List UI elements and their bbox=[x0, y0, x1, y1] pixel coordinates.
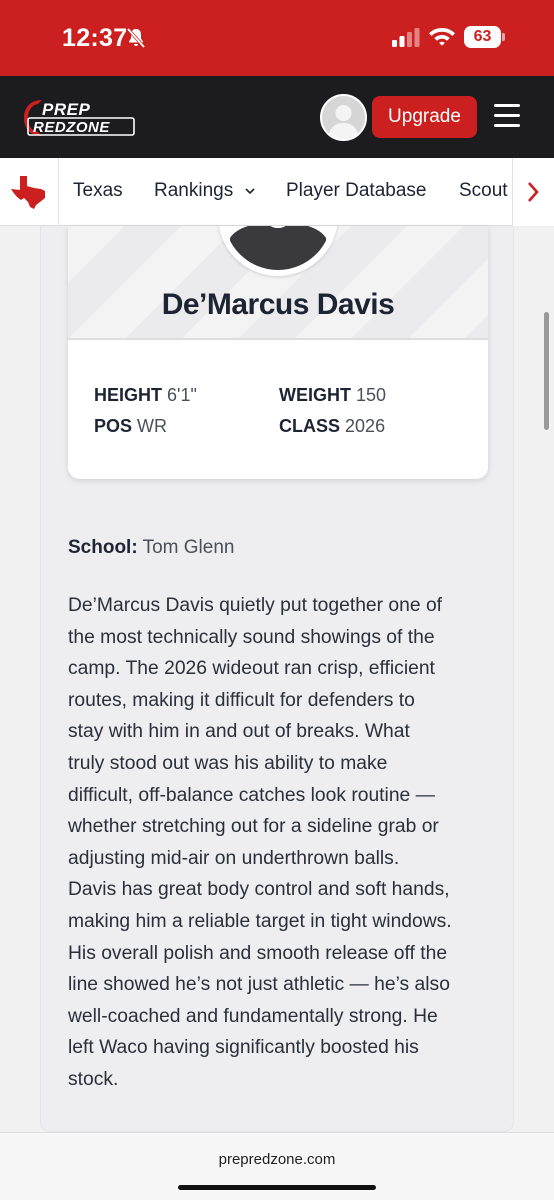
player-name: De’Marcus Davis bbox=[161, 288, 395, 321]
player-bio: De’Marcus Davis quietly put together one… bbox=[68, 590, 498, 1096]
bio-line: stock. bbox=[68, 1068, 119, 1090]
person-silhouette-icon bbox=[224, 226, 332, 270]
site-header: PREP REDZONE Upgrade bbox=[0, 76, 554, 158]
svg-text:REDZONE: REDZONE bbox=[33, 119, 110, 136]
nav-item-texas[interactable]: Texas bbox=[73, 180, 123, 202]
hamburger-menu-icon[interactable] bbox=[494, 104, 522, 128]
nav-item-rankings[interactable]: Rankings bbox=[154, 180, 255, 202]
bio-line: His overall polish and smooth release of… bbox=[68, 942, 448, 964]
class-stat: CLASS 2026 bbox=[279, 416, 386, 436]
player-avatar bbox=[218, 226, 338, 276]
chevron-right-icon bbox=[528, 182, 539, 202]
player-profile-panel: De’Marcus Davis HEIGHT 6'1" WEIGHT 150 P… bbox=[40, 226, 514, 1132]
bio-line: left Waco having significantly boosted h… bbox=[68, 1037, 419, 1059]
bio-line: truly stood out was his ability to make bbox=[68, 752, 388, 774]
position-stat: POS WR bbox=[94, 416, 168, 436]
player-card-header: De’Marcus Davis bbox=[68, 226, 488, 340]
status-bar: 12:37 63 bbox=[0, 0, 554, 76]
bio-line: line showed he’s not just athletic — he’… bbox=[68, 974, 450, 996]
school-info: School: Tom Glenn bbox=[68, 537, 235, 558]
bio-line: adjusting mid-air on underthrown balls. bbox=[68, 847, 400, 869]
nav-item-player-database[interactable]: Player Database bbox=[286, 180, 426, 202]
page-scrollbar[interactable] bbox=[544, 312, 549, 430]
bio-line: whether stretching out for a sideline gr… bbox=[68, 816, 439, 838]
battery-level: 63 bbox=[464, 26, 501, 48]
bio-line: stay with him in and out of breaks. What bbox=[68, 721, 410, 743]
player-card: De’Marcus Davis HEIGHT 6'1" WEIGHT 150 P… bbox=[68, 226, 488, 479]
weight-stat: WEIGHT 150 bbox=[279, 385, 387, 405]
bio-line: camp. The 2026 wideout ran crisp, effici… bbox=[68, 658, 435, 680]
bio-line: well-coached and fundamentally strong. H… bbox=[68, 1005, 438, 1027]
nav-item-scout[interactable]: Scout bbox=[459, 180, 508, 202]
user-avatar-button[interactable] bbox=[320, 94, 367, 141]
bio-line: routes, making it difficult for defender… bbox=[68, 689, 415, 711]
user-avatar-icon bbox=[328, 105, 359, 139]
home-indicator[interactable] bbox=[178, 1185, 376, 1190]
height-stat: HEIGHT 6'1" bbox=[94, 385, 197, 405]
nav-item-rankings-label: Rankings bbox=[154, 180, 234, 201]
bio-line: Davis has great body control and soft ha… bbox=[68, 879, 450, 901]
texas-state-icon[interactable] bbox=[10, 174, 48, 210]
browser-url-bar[interactable]: prepredzone.com bbox=[0, 1132, 554, 1200]
svg-text:PREP: PREP bbox=[42, 100, 90, 119]
bio-line: making him a reliable target in tight wi… bbox=[68, 910, 452, 932]
bio-line: De’Marcus Davis quietly put together one… bbox=[68, 595, 443, 616]
bio-line: difficult, off-balance catches look rout… bbox=[68, 784, 435, 806]
bell-slash-icon bbox=[126, 27, 146, 49]
upgrade-button[interactable]: Upgrade bbox=[372, 96, 477, 138]
top-nav: Texas Rankings Player Database Scout bbox=[0, 158, 554, 226]
chevron-down-icon bbox=[244, 188, 255, 195]
status-time: 12:37 bbox=[62, 24, 128, 52]
nav-scroll-right-button[interactable] bbox=[512, 158, 554, 226]
wifi-icon bbox=[429, 28, 455, 46]
cellular-signal-icon bbox=[392, 28, 420, 47]
battery-icon: 63 bbox=[464, 26, 506, 48]
prepredzone-logo[interactable]: PREP REDZONE bbox=[20, 98, 138, 138]
url-text[interactable]: prepredzone.com bbox=[0, 1151, 554, 1168]
bio-line: the most technically sound showings of t… bbox=[68, 626, 435, 648]
